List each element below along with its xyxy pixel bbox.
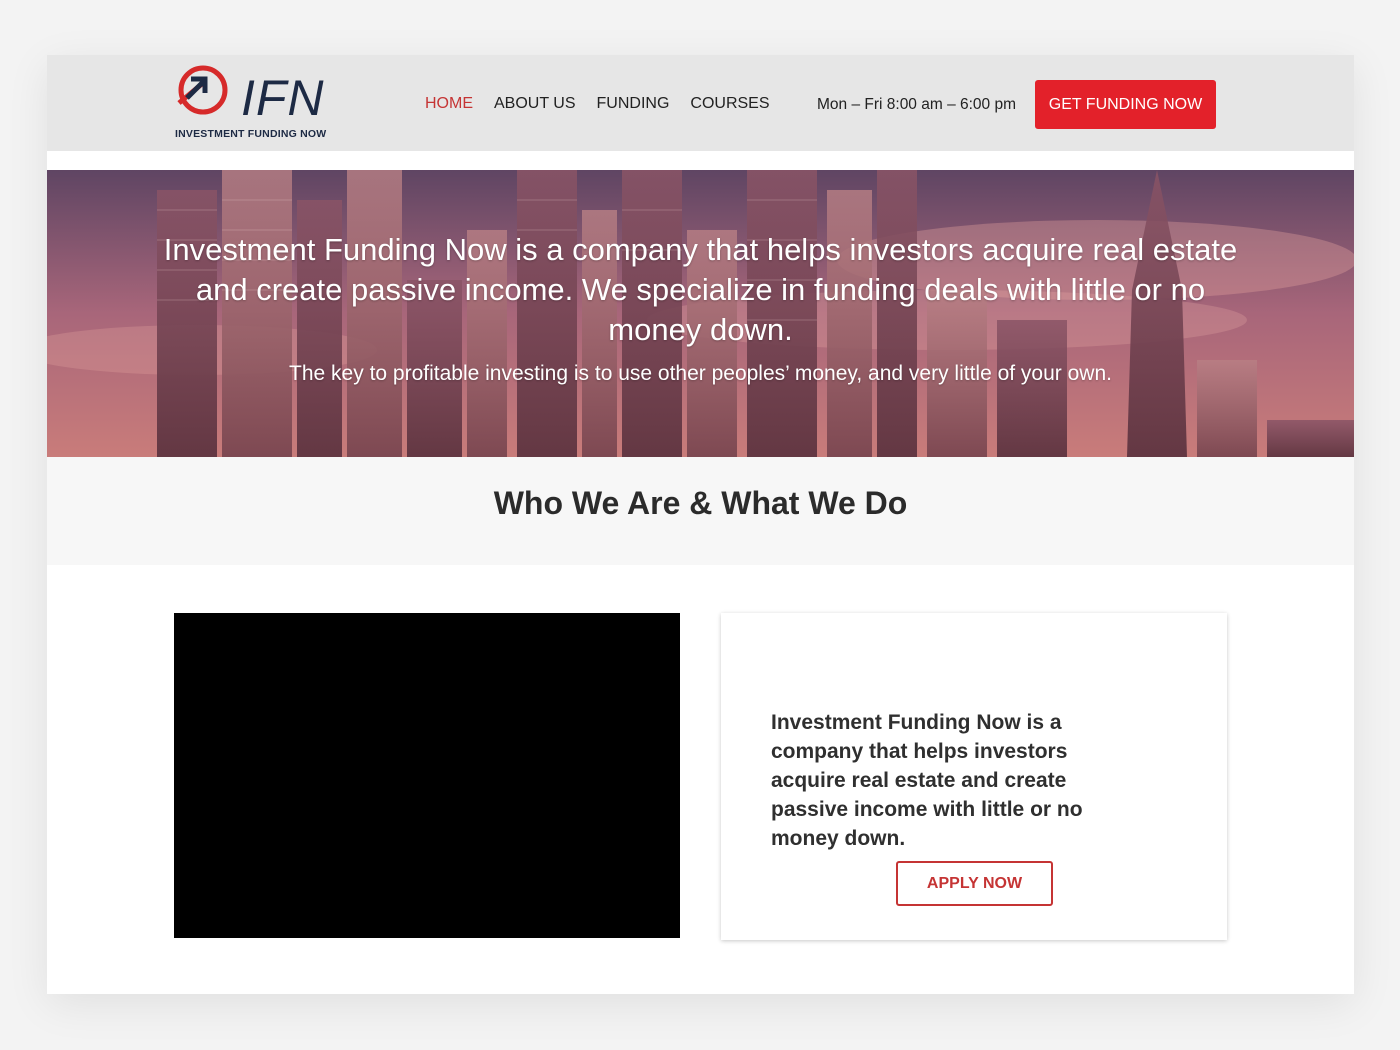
page: IFN INVESTMENT FUNDING NOW HOME ABOUT US…	[47, 55, 1354, 994]
hero-subtitle: The key to profitable investing is to us…	[289, 362, 1112, 385]
apply-now-button[interactable]: APPLY NOW	[896, 861, 1053, 906]
nav-item-home[interactable]: HOME	[425, 95, 473, 115]
site-header: IFN INVESTMENT FUNDING NOW HOME ABOUT US…	[47, 55, 1354, 151]
logo[interactable]: IFN INVESTMENT FUNDING NOW	[173, 63, 333, 143]
hero-title: Investment Funding Now is a company that…	[163, 232, 1238, 347]
nav-item-funding[interactable]: FUNDING	[597, 95, 670, 115]
get-funding-button[interactable]: GET FUNDING NOW	[1035, 80, 1216, 129]
nav-item-courses[interactable]: COURSES	[690, 95, 769, 115]
info-card: Investment Funding Now is a company that…	[721, 613, 1227, 940]
video-player[interactable]	[174, 613, 680, 938]
logo-subtitle: INVESTMENT FUNDING NOW	[175, 128, 327, 140]
section-band: Who We Are & What We Do	[47, 457, 1354, 565]
main-nav: HOME ABOUT US FUNDING COURSES	[425, 95, 791, 115]
section-heading: Who We Are & What We Do	[493, 485, 908, 521]
card-description: Investment Funding Now is a company that…	[771, 711, 1083, 850]
nav-item-about-us[interactable]: ABOUT US	[494, 95, 576, 115]
business-hours: Mon – Fri 8:00 am – 6:00 pm	[817, 96, 1017, 113]
hero-banner: Investment Funding Now is a company that…	[47, 170, 1354, 457]
logo-text: IFN	[241, 70, 325, 126]
logo-arrow-icon	[177, 65, 228, 115]
